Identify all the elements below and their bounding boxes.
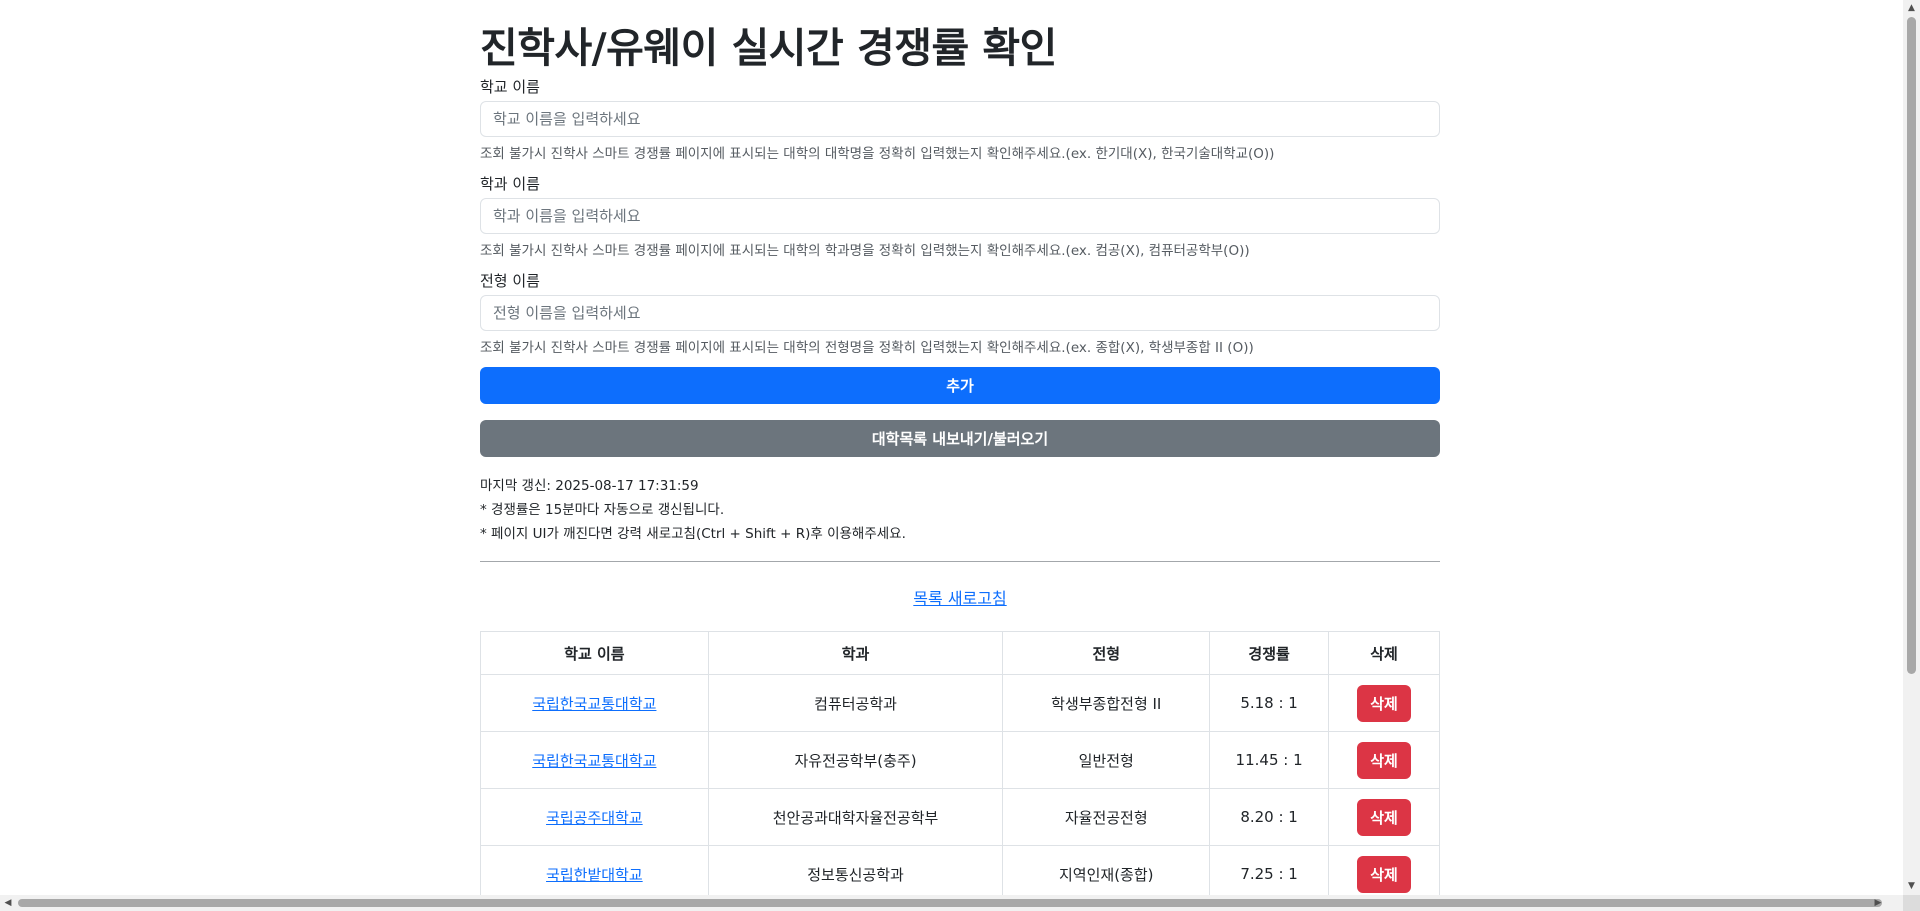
- vertical-scrollbar[interactable]: ▲ ▼: [1903, 0, 1920, 895]
- table-row: 국립한밭대학교 정보통신공학과 지역인재(종합) 7.25 : 1 삭제: [480, 845, 1440, 895]
- competition-table: 학교 이름 학과 전형 경쟁률 삭제 국립한국교통대학교 컴퓨터공학과 학생부종…: [480, 631, 1440, 895]
- delete-button[interactable]: 삭제: [1357, 741, 1412, 779]
- header-department: 학과: [707, 631, 1004, 675]
- department-label: 학과 이름: [480, 175, 540, 193]
- scroll-left-arrow-icon[interactable]: ◀: [0, 895, 16, 911]
- horizontal-scroll-thumb[interactable]: [18, 899, 1882, 907]
- department-cell: 컴퓨터공학과: [707, 674, 1004, 732]
- school-cell: 국립한국교통대학교: [480, 674, 709, 732]
- page-title: 진학사/유웨이 실시간 경쟁률 확인: [480, 24, 1057, 72]
- school-help-text: 조회 불가시 진학사 스마트 경쟁률 페이지에 표시되는 대학의 대학명을 정확…: [480, 146, 1275, 162]
- ratio-cell: 11.45 : 1: [1209, 731, 1330, 789]
- ratio-cell: 7.25 : 1: [1209, 845, 1330, 895]
- school-label: 학교 이름: [480, 78, 540, 96]
- department-cell: 정보통신공학과: [707, 845, 1004, 895]
- last-updated-text: 마지막 갱신: 2025-08-17 17:31:59: [480, 478, 699, 494]
- admission-input[interactable]: [480, 295, 1440, 331]
- admission-help-text: 조회 불가시 진학사 스마트 경쟁률 페이지에 표시되는 대학의 전형명을 정확…: [480, 340, 1254, 356]
- delete-cell: 삭제: [1328, 788, 1440, 846]
- header-admission: 전형: [1002, 631, 1211, 675]
- table-row: 국립한국교통대학교 자유전공학부(충주) 일반전형 11.45 : 1 삭제: [480, 731, 1440, 789]
- refresh-container: 목록 새로고침: [480, 585, 1440, 609]
- school-cell: 국립공주대학교: [480, 788, 709, 846]
- admission-cell: 지역인재(종합): [1002, 845, 1211, 895]
- school-cell: 국립한국교통대학교: [480, 731, 709, 789]
- delete-cell: 삭제: [1328, 731, 1440, 789]
- scroll-right-arrow-icon[interactable]: ▶: [1870, 895, 1886, 911]
- department-input[interactable]: [480, 198, 1440, 234]
- hard-refresh-note: * 페이지 UI가 깨진다면 강력 새로고침(Ctrl + Shift + R)…: [480, 526, 906, 542]
- table-header-row: 학교 이름 학과 전형 경쟁률 삭제: [480, 631, 1440, 675]
- admission-cell: 학생부종합전형 II: [1002, 674, 1211, 732]
- admission-field: 전형 이름 조회 불가시 진학사 스마트 경쟁률 페이지에 표시되는 대학의 전…: [480, 271, 1440, 356]
- school-input[interactable]: [480, 101, 1440, 137]
- table-row: 국립한국교통대학교 컴퓨터공학과 학생부종합전형 II 5.18 : 1 삭제: [480, 674, 1440, 732]
- vertical-scroll-thumb[interactable]: [1907, 17, 1916, 674]
- delete-button[interactable]: 삭제: [1357, 684, 1412, 722]
- department-cell: 천안공과대학자율전공학부: [707, 788, 1004, 846]
- admission-cell: 자율전공전형: [1002, 788, 1211, 846]
- scroll-down-arrow-icon[interactable]: ▼: [1903, 878, 1920, 895]
- school-link[interactable]: 국립한국교통대학교: [532, 752, 656, 770]
- delete-cell: 삭제: [1328, 845, 1440, 895]
- refresh-list-link[interactable]: 목록 새로고침: [913, 589, 1006, 608]
- department-cell: 자유전공학부(충주): [707, 731, 1004, 789]
- table-row: 국립공주대학교 천안공과대학자율전공학부 자율전공전형 8.20 : 1 삭제: [480, 788, 1440, 846]
- info-block: 마지막 갱신: 2025-08-17 17:31:59 * 경쟁률은 15분마다…: [480, 474, 906, 546]
- department-field: 학과 이름 조회 불가시 진학사 스마트 경쟁률 페이지에 표시되는 대학의 학…: [480, 174, 1440, 259]
- school-link[interactable]: 국립공주대학교: [546, 809, 643, 827]
- admission-cell: 일반전형: [1002, 731, 1211, 789]
- add-button[interactable]: 추가: [480, 367, 1440, 404]
- school-link[interactable]: 국립한국교통대학교: [532, 695, 656, 713]
- ratio-cell: 8.20 : 1: [1209, 788, 1330, 846]
- delete-button[interactable]: 삭제: [1357, 798, 1412, 836]
- header-school: 학교 이름: [480, 631, 709, 675]
- header-delete: 삭제: [1328, 631, 1440, 675]
- delete-button[interactable]: 삭제: [1357, 855, 1412, 893]
- scrollbar-corner: [1903, 895, 1920, 911]
- school-field: 학교 이름 조회 불가시 진학사 스마트 경쟁률 페이지에 표시되는 대학의 대…: [480, 77, 1440, 162]
- scroll-up-arrow-icon[interactable]: ▲: [1903, 0, 1920, 17]
- page: 진학사/유웨이 실시간 경쟁률 확인 학교 이름 조회 불가시 진학사 스마트 …: [0, 0, 1903, 895]
- department-help-text: 조회 불가시 진학사 스마트 경쟁률 페이지에 표시되는 대학의 학과명을 정확…: [480, 243, 1250, 259]
- horizontal-scrollbar[interactable]: ◀ ▶: [0, 895, 1903, 911]
- delete-cell: 삭제: [1328, 674, 1440, 732]
- school-cell: 국립한밭대학교: [480, 845, 709, 895]
- admission-label: 전형 이름: [480, 272, 540, 290]
- header-ratio: 경쟁률: [1209, 631, 1330, 675]
- ratio-cell: 5.18 : 1: [1209, 674, 1330, 732]
- interval-note: * 경쟁률은 15분마다 자동으로 갱신됩니다.: [480, 502, 725, 518]
- export-import-button[interactable]: 대학목록 내보내기/불러오기: [480, 420, 1440, 457]
- divider: [480, 561, 1440, 562]
- school-link[interactable]: 국립한밭대학교: [546, 866, 643, 884]
